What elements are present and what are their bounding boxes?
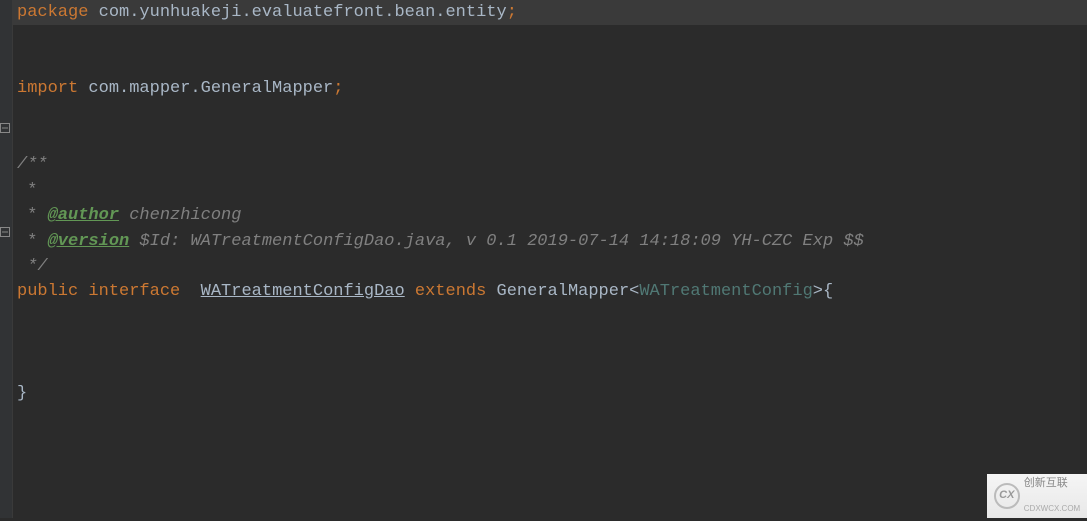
watermark: CX 创新互联 CDXWCX.COM <box>987 474 1087 518</box>
code-content[interactable]: package com.yunhuakeji.evaluatefront.bea… <box>13 0 1087 518</box>
fold-handle-interface[interactable] <box>0 226 12 238</box>
javadoc-author-value: chenzhicong <box>119 206 241 225</box>
open-brace: { <box>823 282 833 301</box>
javadoc-version-value: $Id: WATreatmentConfigDao.java, v 0.1 20… <box>129 232 864 251</box>
import-keyword: import <box>17 79 78 98</box>
semicolon: ; <box>333 79 343 98</box>
interface-keyword: interface <box>78 282 180 301</box>
fold-handle-comment[interactable] <box>0 122 12 134</box>
javadoc-author-tag: @author <box>48 206 119 225</box>
close-brace: } <box>17 384 27 403</box>
package-keyword: package <box>17 3 88 22</box>
javadoc-open: /** <box>17 155 48 174</box>
editor-gutter <box>0 0 13 518</box>
angle-open: < <box>629 282 639 301</box>
angle-close: > <box>813 282 823 301</box>
watermark-logo-icon: CX <box>994 483 1020 509</box>
interface-name: WATreatmentConfigDao <box>201 282 405 301</box>
javadoc-star: * <box>17 232 48 251</box>
watermark-url: CDXWCX.COM <box>1024 496 1080 521</box>
parent-class: GeneralMapper <box>486 282 629 301</box>
javadoc-version-tag: @version <box>48 232 130 251</box>
extends-keyword: extends <box>405 282 487 301</box>
javadoc-star: * <box>17 181 37 200</box>
package-path: com.yunhuakeji.evaluatefront.bean.entity <box>88 3 506 22</box>
javadoc-star: * <box>17 206 48 225</box>
code-editor[interactable]: package com.yunhuakeji.evaluatefront.bea… <box>0 0 1087 518</box>
javadoc-close: */ <box>17 257 48 276</box>
public-keyword: public <box>17 282 78 301</box>
watermark-brand: 创新互联 <box>1024 471 1080 496</box>
import-path: com.mapper.GeneralMapper <box>78 79 333 98</box>
semicolon: ; <box>507 3 517 22</box>
type-parameter: WATreatmentConfig <box>639 282 812 301</box>
